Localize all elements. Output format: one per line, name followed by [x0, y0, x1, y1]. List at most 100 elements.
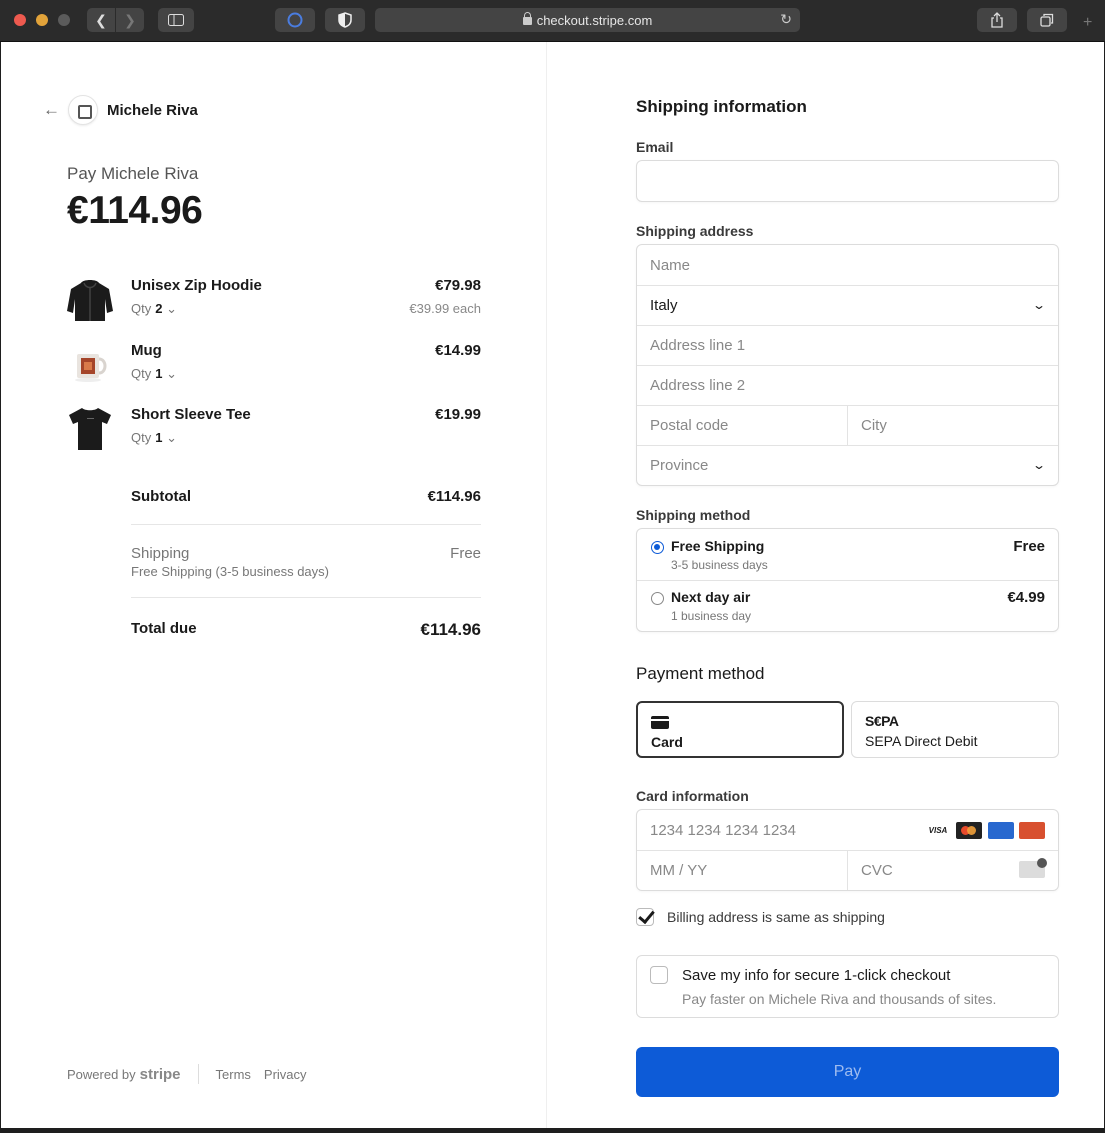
chevron-left-icon: ❮: [95, 11, 107, 28]
qty-value: 1: [155, 366, 163, 381]
total-due-value: €114.96: [420, 620, 481, 639]
save-info-subtitle: Pay faster on Michele Riva and thousands…: [682, 991, 997, 1007]
shipping-option-free[interactable]: Free Shipping 3-5 business days Free: [637, 529, 1058, 579]
back-button[interactable]: ❮: [87, 8, 115, 32]
address-line1-input[interactable]: Address line 1: [637, 325, 1058, 365]
reload-icon[interactable]: ↻: [780, 11, 792, 28]
discover-icon: [1019, 822, 1045, 839]
email-value: [637, 161, 1058, 201]
shipping-option-name: Free Shipping: [671, 538, 765, 554]
chevron-down-icon: ⌄: [166, 301, 177, 316]
billing-same-label: Billing address is same as shipping: [667, 909, 885, 925]
card-info-label: Card information: [636, 788, 749, 804]
item-name: Mug: [131, 342, 162, 359]
share-button[interactable]: [977, 8, 1017, 32]
province-placeholder: Province: [650, 456, 709, 474]
city-input[interactable]: City: [848, 405, 1058, 445]
shield-icon: [338, 12, 352, 28]
radio-unselected-icon[interactable]: [651, 592, 664, 605]
postal-code-input[interactable]: Postal code: [637, 405, 847, 445]
shipping-detail: Free Shipping (3-5 business days): [131, 564, 329, 579]
chevron-down-icon: ⌄: [1031, 458, 1047, 472]
sidebar-icon: [168, 14, 184, 26]
billing-same-checkbox[interactable]: [636, 908, 654, 926]
qty-label: Qty: [131, 366, 152, 381]
item-price: €14.99: [435, 342, 481, 359]
privacy-link[interactable]: Privacy: [264, 1067, 307, 1082]
total-due-label: Total due: [131, 620, 197, 637]
chevron-down-icon: ⌄: [1031, 298, 1047, 312]
tshirt-image: [69, 408, 111, 450]
stripe-logo[interactable]: stripe: [140, 1066, 181, 1083]
minimize-window-button[interactable]: [36, 14, 48, 26]
email-field[interactable]: [636, 160, 1059, 202]
expiry-input[interactable]: MM / YY: [637, 850, 847, 890]
forward-button[interactable]: ❯: [116, 8, 144, 32]
payment-method-card[interactable]: Card: [636, 701, 844, 758]
pay-button[interactable]: Pay: [636, 1047, 1059, 1097]
chevron-down-icon: ⌄: [166, 366, 177, 381]
save-info-option[interactable]: Save my info for secure 1-click checkout…: [636, 955, 1059, 1018]
new-tab-button[interactable]: +: [1083, 14, 1092, 32]
checkout-page: ← Michele Riva Pay Michele Riva €114.96 …: [1, 42, 1104, 1128]
qty-value: 2: [155, 301, 163, 316]
line-item: Short Sleeve Tee Qty 1 ⌄ €19.99: [65, 404, 481, 454]
radio-selected-icon[interactable]: [651, 541, 664, 554]
billing-same-row[interactable]: Billing address is same as shipping: [636, 908, 885, 926]
payment-method-sepa[interactable]: S€PA SEPA Direct Debit: [851, 701, 1059, 758]
subtotal-value: €114.96: [427, 488, 481, 505]
shipping-option-next-day[interactable]: Next day air 1 business day €4.99: [637, 580, 1058, 630]
terms-link[interactable]: Terms: [216, 1067, 251, 1082]
item-price: €19.99: [435, 406, 481, 423]
pay-label: Pay Michele Riva: [67, 164, 199, 183]
email-label: Email: [636, 139, 674, 155]
name-input[interactable]: Name: [637, 245, 1058, 285]
tabs-icon: [1040, 13, 1054, 27]
shipping-option-detail: 1 business day: [671, 609, 752, 623]
shipping-label: Shipping: [131, 545, 190, 562]
close-window-button[interactable]: [14, 14, 26, 26]
extension-button[interactable]: [275, 8, 315, 32]
zoom-window-button[interactable]: [58, 14, 70, 26]
total-amount: €114.96: [67, 189, 203, 232]
visa-icon: VISA: [925, 822, 951, 839]
card-icon: [651, 716, 669, 729]
share-icon: [991, 12, 1003, 28]
merchant-name[interactable]: Michele Riva: [107, 102, 198, 119]
powered-by-label: Powered by: [67, 1066, 136, 1082]
privacy-shield-button[interactable]: [325, 8, 365, 32]
back-arrow-icon[interactable]: ←: [43, 100, 60, 120]
item-name: Short Sleeve Tee: [131, 406, 251, 423]
quantity-selector[interactable]: Qty 1 ⌄: [131, 366, 177, 382]
shipping-option-price: Free: [1013, 538, 1045, 555]
country-select[interactable]: Italy ⌄: [637, 285, 1058, 325]
shipping-address-label: Shipping address: [636, 223, 754, 239]
subtotal-label: Subtotal: [131, 488, 191, 505]
footer: Powered by stripe Terms Privacy: [67, 1064, 320, 1084]
quantity-selector[interactable]: Qty 2 ⌄: [131, 301, 177, 317]
tab-overview-button[interactable]: [1027, 8, 1067, 32]
card-info-group: 1234 1234 1234 1234 VISA MM / YY CVC: [636, 809, 1059, 891]
province-select[interactable]: Province ⌄: [637, 445, 1058, 485]
sidebar-toggle-button[interactable]: [158, 8, 194, 32]
address-line2-input[interactable]: Address line 2: [637, 365, 1058, 405]
payment-method-title: Payment method: [636, 664, 765, 683]
divider: [131, 597, 481, 598]
browser-toolbar: ❮ ❯ checkout.stripe.com ↻ +: [0, 0, 1105, 42]
payment-method-label: SEPA Direct Debit: [865, 733, 978, 749]
divider: [131, 524, 481, 525]
merchant-logo: [68, 95, 98, 125]
country-value: Italy: [650, 296, 678, 314]
hoodie-image: [67, 280, 113, 321]
sepa-icon: S€PA: [865, 713, 899, 729]
shipping-option-detail: 3-5 business days: [671, 558, 768, 572]
lock-icon: [522, 12, 532, 25]
shipping-option-name: Next day air: [671, 589, 751, 605]
payment-method-label: Card: [651, 734, 683, 750]
shipping-info-title: Shipping information: [636, 97, 807, 116]
url-text: checkout.stripe.com: [536, 12, 653, 28]
quantity-selector[interactable]: Qty 1 ⌄: [131, 430, 177, 446]
shipping-method-group: Free Shipping 3-5 business days Free Nex…: [636, 528, 1059, 632]
save-info-checkbox[interactable]: [650, 966, 668, 984]
address-bar[interactable]: checkout.stripe.com ↻: [375, 8, 800, 32]
